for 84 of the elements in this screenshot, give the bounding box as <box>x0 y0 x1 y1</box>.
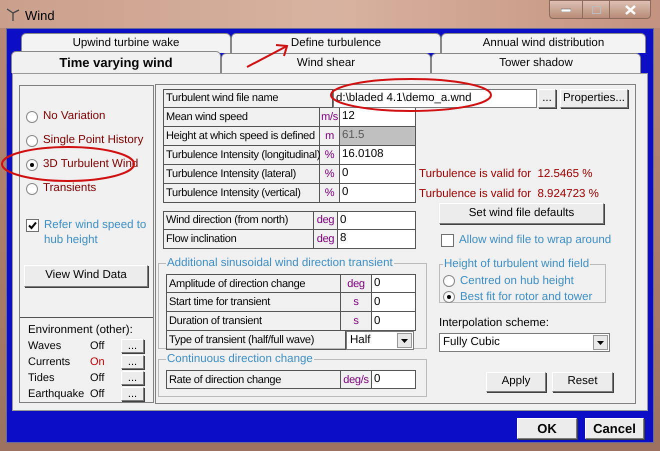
tab[interactable]: Define turbulence <box>231 33 441 53</box>
tab[interactable]: Upwind turbine wake <box>21 33 231 53</box>
group-title: Additional sinusoidal wind direction transient <box>166 256 394 271</box>
environment-status: Off <box>90 386 106 402</box>
value-field[interactable]: 8 <box>338 230 416 249</box>
environment-title: Environment (other): <box>28 323 134 338</box>
value-field[interactable]: 0 <box>372 312 416 332</box>
radio-button[interactable] <box>443 291 455 304</box>
dropdown-arrow-icon <box>597 340 604 344</box>
environment-settings-button[interactable]: ... <box>121 355 144 369</box>
maximize-icon <box>592 6 600 14</box>
environment-status: On <box>90 354 106 370</box>
environment-name: Tides <box>28 370 56 386</box>
checkbox-label: Refer wind speed to hub height <box>44 218 148 248</box>
dropdown[interactable]: Fully Cubic <box>439 333 610 352</box>
radio-button[interactable] <box>26 159 38 171</box>
checkbox[interactable] <box>441 234 454 247</box>
ok-button[interactable]: OK <box>517 418 577 439</box>
reset-button[interactable]: Reset <box>552 372 613 392</box>
environment-name: Earthquake <box>28 386 86 402</box>
environment-name: Waves <box>28 338 62 354</box>
field-label: Start time for transient <box>166 293 341 312</box>
radio-button[interactable] <box>26 135 38 147</box>
radio-label: Transients <box>43 181 96 196</box>
tab[interactable]: Tower shadow <box>431 53 641 73</box>
radio-button[interactable] <box>26 183 38 195</box>
maximize-button[interactable] <box>583 0 609 19</box>
apply-button[interactable]: Apply <box>486 372 546 392</box>
field-label: Wind direction (from north) <box>163 211 314 230</box>
field-label: Mean wind speed <box>163 108 320 127</box>
dropdown[interactable]: Half <box>346 331 414 350</box>
group-title: Continuous direction change <box>166 352 314 367</box>
field-label: Type of transient (half/full wave) <box>166 331 346 350</box>
file-path-field[interactable]: d:\bladed 4.1\demo_a.wnd <box>333 89 537 108</box>
radio-label: Single Point History <box>43 133 144 148</box>
minimize-button[interactable] <box>549 0 583 19</box>
set-defaults-button[interactable]: Set wind file defaults <box>439 203 604 224</box>
field-label: Amplitude of direction change <box>166 274 341 294</box>
turbine-icon <box>6 7 20 21</box>
field-label: Rate of direction change <box>166 370 341 390</box>
radio-label: Best fit for rotor and tower <box>460 290 592 305</box>
group-title: Height of turbulent wind field <box>443 257 590 272</box>
tab[interactable]: Wind shear <box>221 53 431 73</box>
close-button[interactable] <box>609 0 651 19</box>
cancel-button[interactable]: Cancel <box>585 418 644 439</box>
environment-status: Off <box>90 370 106 386</box>
tab[interactable]: Time varying wind <box>11 51 221 73</box>
radio-button[interactable] <box>443 275 455 288</box>
radio-label: Centred on hub height <box>460 274 574 289</box>
interpolation-label: Interpolation scheme: <box>439 316 550 330</box>
close-icon <box>624 4 636 14</box>
field-label: Turbulent wind file name <box>163 89 333 108</box>
field-label: Flow inclination <box>163 230 314 249</box>
checkbox[interactable] <box>26 219 39 232</box>
environment-settings-button[interactable]: ... <box>121 371 144 385</box>
minimize-icon <box>561 8 571 12</box>
radio-button[interactable] <box>26 111 38 123</box>
view-wind-data-button[interactable]: View Wind Data <box>24 265 148 287</box>
dropdown-arrow-icon <box>401 338 408 343</box>
value-field[interactable]: 12 <box>340 108 416 127</box>
value-field[interactable]: 0 <box>372 274 416 294</box>
radio-label: No Variation <box>43 109 106 124</box>
checkbox-label: Allow wind file to wrap around <box>459 233 612 248</box>
field-label: Height at which speed is defined <box>163 127 320 146</box>
value-field[interactable]: 0 <box>372 293 416 312</box>
validity-message: Turbulence is valid for 12.5465 % <box>419 167 594 180</box>
value-field[interactable]: 0 <box>372 370 416 390</box>
annotation-arrow <box>246 44 288 68</box>
browse-button[interactable]: ... <box>538 89 556 108</box>
properties-button[interactable]: Properties... <box>560 89 628 108</box>
value-field[interactable]: 0 <box>340 184 416 203</box>
environment-settings-button[interactable]: ... <box>121 339 144 353</box>
value-field[interactable]: 0 <box>338 211 416 230</box>
tab[interactable]: Annual wind distribution <box>441 33 646 53</box>
environment-status: Off <box>90 338 106 354</box>
field-label: Duration of transient <box>166 312 341 332</box>
environment-settings-button[interactable]: ... <box>121 387 144 401</box>
environment-name: Currents <box>28 354 72 370</box>
window-title: Wind <box>25 7 55 25</box>
value-field[interactable]: 0 <box>340 165 416 184</box>
value-field[interactable]: 16.0108 <box>340 146 416 165</box>
validity-message: Turbulence is valid for 8.924723 % <box>419 187 600 200</box>
field-label: Turbulence Intensity (lateral) <box>163 165 320 184</box>
field-label: Turbulence Intensity (vertical) <box>163 184 320 203</box>
